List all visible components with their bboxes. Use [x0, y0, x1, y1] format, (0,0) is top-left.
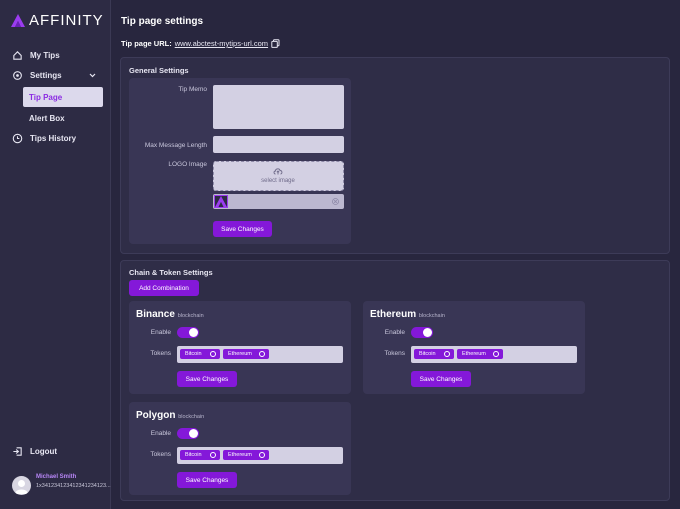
copy-icon[interactable]	[271, 39, 280, 48]
token-chip: Ethereum	[457, 349, 503, 359]
token-chip-label: Ethereum	[228, 351, 252, 357]
brand-logo[interactable]: AFFINITY	[11, 12, 104, 29]
affinity-logo-icon	[215, 196, 227, 207]
token-chip: Ethereum	[223, 349, 269, 359]
main-content: Tip page settings Tip page URL: www.abct…	[111, 0, 680, 509]
save-changes-button[interactable]: Save Changes	[213, 221, 272, 237]
token-chip: Bitcoin	[180, 349, 220, 359]
token-chip: Ethereum	[223, 450, 269, 460]
logo-preview-row	[213, 194, 344, 209]
blockchain-name: Ethereum blockchain	[370, 309, 445, 320]
sidebar-subitem-alert-box[interactable]: Alert Box	[23, 108, 103, 128]
cloud-upload-icon	[273, 168, 283, 175]
enable-toggle[interactable]	[411, 327, 433, 338]
enable-label: Enable	[150, 329, 171, 336]
brand-name: AFFINITY	[29, 12, 104, 29]
sidebar-item-label: Tips History	[30, 134, 77, 143]
tokens-label: Tokens	[150, 451, 171, 458]
blockchain-name: Binance blockchain	[136, 309, 204, 320]
blockchain-title: Binance	[136, 309, 175, 320]
tip-page-url-row: Tip page URL: www.abctest-mytips-url.com	[121, 39, 280, 48]
select-image-label: select image	[261, 178, 295, 184]
gear-icon	[13, 71, 22, 80]
token-chip-label: Bitcoin	[185, 452, 202, 458]
sidebar-item-tips-history[interactable]: Tips History	[0, 129, 111, 149]
token-chip-label: Ethereum	[462, 351, 486, 357]
chip-remove-icon[interactable]	[210, 351, 216, 357]
token-chip: Bitcoin	[414, 349, 454, 359]
user-name: Michael Smith	[36, 474, 77, 480]
blockchain-suffix: blockchain	[178, 414, 205, 420]
sidebar-subitem-label: Tip Page	[29, 93, 63, 102]
max-message-input[interactable]	[213, 136, 344, 153]
token-chip-label: Bitcoin	[419, 351, 436, 357]
sidebar-item-label: Settings	[30, 71, 62, 80]
save-changes-button[interactable]: Save Changes	[177, 371, 237, 387]
chain-token-settings-title: Chain & Token Settings	[129, 268, 213, 277]
chip-remove-icon[interactable]	[259, 452, 265, 458]
logo-image-dropzone[interactable]: select image	[213, 161, 344, 191]
general-settings-panel: Tip Memo Max Message Length LOGO Image s…	[129, 78, 351, 244]
sidebar-subitem-tip-page[interactable]: Tip Page	[23, 87, 103, 107]
logout-button[interactable]: Logout	[0, 442, 111, 462]
save-changes-button[interactable]: Save Changes	[411, 371, 471, 387]
clock-icon	[12, 133, 23, 144]
user-avatar-icon	[15, 480, 28, 494]
enable-label: Enable	[384, 329, 405, 336]
add-combination-button[interactable]: Add Combination	[129, 280, 199, 296]
logout-label: Logout	[30, 447, 58, 456]
enable-toggle[interactable]	[177, 327, 199, 338]
token-chip: Bitcoin	[180, 450, 220, 460]
tokens-label: Tokens	[384, 350, 405, 357]
blockchain-panel-polygon: Polygon blockchain Enable Tokens Bitcoin…	[129, 402, 351, 495]
enable-toggle[interactable]	[177, 428, 199, 439]
affinity-logo-icon	[11, 14, 25, 27]
token-chip-label: Ethereum	[228, 452, 252, 458]
sidebar-item-settings[interactable]: Settings	[0, 66, 111, 86]
chain-token-settings-card: Chain & Token Settings Add Combination B…	[120, 260, 670, 501]
page-title: Tip page settings	[121, 16, 204, 27]
logout-icon	[13, 447, 22, 456]
chip-remove-icon[interactable]	[259, 351, 265, 357]
enable-label: Enable	[150, 430, 171, 437]
sidebar-item-my-tips[interactable]: My Tips	[0, 46, 111, 66]
tip-memo-input[interactable]	[213, 85, 344, 129]
sidebar: AFFINITY My Tips Settings Tip Page Alert…	[0, 0, 111, 509]
tokens-select[interactable]: Bitcoin Ethereum	[177, 346, 343, 363]
logo-image-label: LOGO Image	[168, 161, 207, 168]
chip-remove-icon[interactable]	[444, 351, 450, 357]
toggle-knob	[423, 328, 432, 337]
token-chip-label: Bitcoin	[185, 351, 202, 357]
blockchain-title: Ethereum	[370, 309, 417, 320]
max-message-label: Max Message Length	[144, 142, 207, 149]
tokens-select[interactable]: Bitcoin Ethereum	[177, 447, 343, 464]
general-settings-title: General Settings	[129, 66, 189, 75]
avatar	[12, 476, 31, 495]
tip-memo-label: Tip Memo	[178, 86, 207, 93]
blockchain-title: Polygon	[136, 410, 176, 421]
toggle-knob	[189, 429, 198, 438]
chip-remove-icon[interactable]	[493, 351, 499, 357]
remove-icon[interactable]	[332, 198, 339, 205]
tip-page-url-link[interactable]: www.abctest-mytips-url.com	[175, 39, 268, 48]
chevron-down-icon	[89, 73, 96, 78]
tokens-label: Tokens	[150, 350, 171, 357]
chip-remove-icon[interactable]	[210, 452, 216, 458]
logo-thumbnail	[214, 195, 228, 208]
blockchain-panel-ethereum: Ethereum blockchain Enable Tokens Bitcoi…	[363, 301, 585, 394]
general-settings-card: General Settings Tip Memo Max Message Le…	[120, 57, 670, 254]
toggle-knob	[189, 328, 198, 337]
user-id: 1x341234123412341234123...	[36, 483, 111, 489]
sidebar-item-label: My Tips	[30, 51, 60, 60]
home-icon	[13, 51, 22, 60]
blockchain-panel-binance: Binance blockchain Enable Tokens Bitcoin…	[129, 301, 351, 394]
blockchain-suffix: blockchain	[177, 313, 204, 319]
blockchain-name: Polygon blockchain	[136, 410, 204, 421]
save-changes-button[interactable]: Save Changes	[177, 472, 237, 488]
sidebar-subitem-label: Alert Box	[29, 114, 65, 123]
blockchain-suffix: blockchain	[418, 313, 445, 319]
tokens-select[interactable]: Bitcoin Ethereum	[411, 346, 577, 363]
url-label: Tip page URL:	[121, 39, 172, 48]
